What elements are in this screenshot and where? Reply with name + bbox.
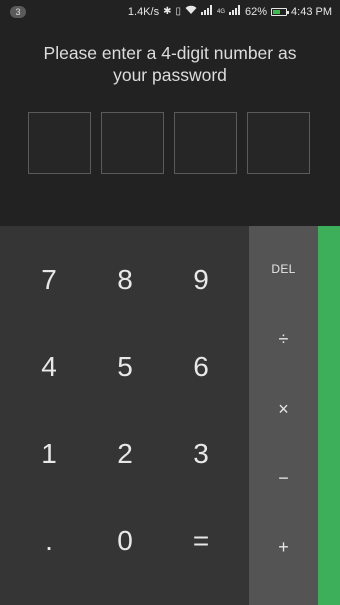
key-4[interactable]: 4 xyxy=(11,324,87,410)
status-icons: 1.4K/s ✱ ▯ 4G 62% 4:43 PM xyxy=(128,5,332,19)
signal-icon xyxy=(200,5,213,19)
number-keypad: 7 8 9 4 5 6 1 2 3 . 0 = xyxy=(0,226,249,605)
minus-button[interactable]: − xyxy=(249,455,318,501)
key-equals[interactable]: = xyxy=(163,498,239,584)
key-decimal[interactable]: . xyxy=(11,498,87,584)
key-2[interactable]: 2 xyxy=(87,411,163,497)
pin-digit-box-4[interactable] xyxy=(247,112,310,174)
key-7[interactable]: 7 xyxy=(11,237,87,323)
divide-button[interactable]: ÷ xyxy=(249,316,318,362)
signal-icon-2 xyxy=(229,5,241,19)
battery-percent: 62% xyxy=(245,6,268,18)
delete-button[interactable]: DEL xyxy=(249,246,318,292)
plus-button[interactable]: + xyxy=(249,524,318,570)
multiply-button[interactable]: × xyxy=(249,386,318,432)
pin-digit-box-3[interactable] xyxy=(174,112,237,174)
signal-4g-label: 4G xyxy=(216,9,225,15)
status-bar: 3 1.4K/s ✱ ▯ 4G 62% 4:43 PM xyxy=(0,0,340,24)
key-1[interactable]: 1 xyxy=(11,411,87,497)
side-panel-handle[interactable] xyxy=(318,226,340,605)
prompt-line-1: Please enter a 4-digit number as xyxy=(43,43,297,63)
network-speed: 1.4K/s xyxy=(127,6,160,18)
app-root: 3 1.4K/s ✱ ▯ 4G 62% 4:43 PM Please enter… xyxy=(0,0,340,605)
key-0[interactable]: 0 xyxy=(87,498,163,584)
battery-fill xyxy=(273,10,281,14)
pin-input-row xyxy=(28,112,310,174)
nfc-icon: ▯ xyxy=(175,6,181,17)
key-9[interactable]: 9 xyxy=(163,237,239,323)
prompt-line-2: your password xyxy=(113,65,227,85)
key-3[interactable]: 3 xyxy=(163,411,239,497)
pin-digit-box-2[interactable] xyxy=(101,112,164,174)
clock: 4:43 PM xyxy=(291,6,332,18)
key-8[interactable]: 8 xyxy=(87,237,163,323)
password-prompt: Please enter a 4-digit number as your pa… xyxy=(0,42,340,86)
key-5[interactable]: 5 xyxy=(87,324,163,410)
key-6[interactable]: 6 xyxy=(163,324,239,410)
operator-column: DEL ÷ × − + xyxy=(249,226,318,605)
notification-count-badge: 3 xyxy=(10,6,26,18)
bluetooth-icon: ✱ xyxy=(163,6,172,17)
wifi-icon xyxy=(185,5,197,19)
battery-icon xyxy=(271,8,290,16)
pin-digit-box-1[interactable] xyxy=(28,112,91,174)
